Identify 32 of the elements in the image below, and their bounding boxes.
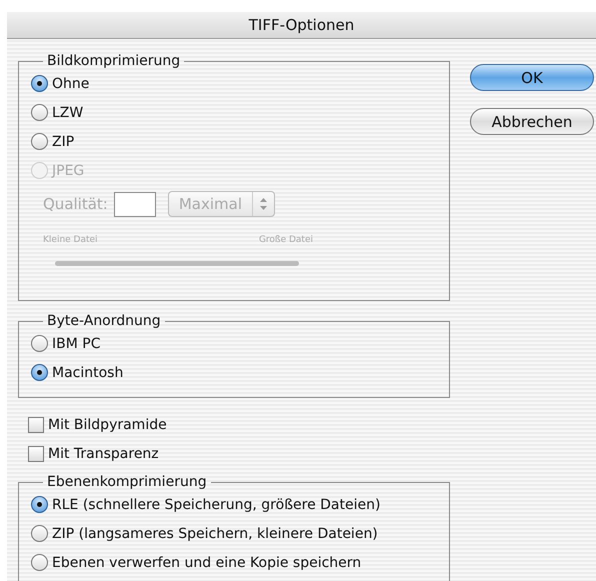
cancel-button[interactable]: Abbrechen [470,108,594,135]
radio-button[interactable] [31,364,48,381]
slider-max-label: Große Datei [258,235,313,245]
radio-button[interactable] [31,133,48,150]
slider-min-label: Kleine Datei [43,235,98,245]
checkbox-label[interactable]: Mit Bildpyramide [48,416,167,432]
group-title: Byte-Anordnung [46,313,162,329]
radio-button[interactable] [31,496,48,513]
radio-label[interactable]: Ebenen verwerfen und eine Kopie speichern [52,554,362,570]
radio-button[interactable] [31,554,48,571]
checkbox[interactable] [28,416,44,432]
radio-button[interactable] [31,104,48,121]
radio-label[interactable]: Macintosh [52,364,124,380]
checkbox-label[interactable]: Mit Transparenz [48,446,159,462]
checkbox[interactable] [28,446,44,462]
window-title: TIFF-Optionen [248,16,354,34]
quality-label: Qualität: [43,195,108,213]
radio-label[interactable]: ZIP [52,134,74,150]
ok-button[interactable]: OK [470,64,594,91]
quality-field [114,192,156,216]
radio-label[interactable]: Ohne [52,76,90,92]
group-title: Bildkomprimierung [46,53,182,69]
radio-label: JPEG [52,162,84,178]
radio-label[interactable]: RLE (schnellere Speicherung, größere Dateien) [52,496,380,512]
radio-button[interactable] [31,335,48,352]
radio-label[interactable]: ZIP (langsameres Speichern, kleinere Dateien) [52,526,378,542]
group-title: Ebenenkomprimierung [46,474,208,490]
radio-button[interactable] [31,525,48,542]
radio-button[interactable] [31,75,48,92]
radio-label[interactable]: IBM PC [52,336,100,352]
stepper-icon [259,197,268,211]
radio-label[interactable]: LZW [52,104,84,120]
